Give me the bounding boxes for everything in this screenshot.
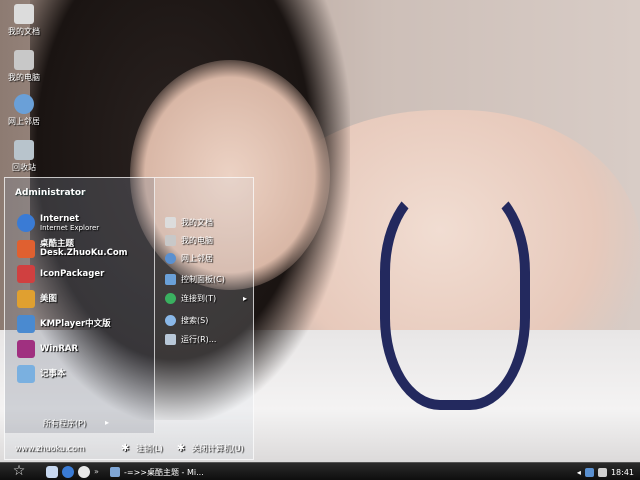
start-menu-right-label: 连接到(T) — [181, 293, 217, 303]
network-icon — [14, 94, 34, 114]
logoff-icon: ✱ — [121, 442, 130, 454]
quicklaunch-desktop-icon[interactable] — [46, 466, 58, 478]
start-button[interactable]: ☆ — [6, 463, 32, 480]
start-menu-right-search[interactable]: 搜索(S) — [165, 311, 253, 329]
start-menu-item-notepad[interactable]: 记事本 — [17, 363, 153, 385]
start-menu-item-label: 美图 — [40, 293, 58, 304]
start-menu-item-label: Internet — [40, 214, 80, 224]
chevron-right-icon: ▸ — [242, 293, 247, 303]
start-menu-right-label: 我的文档 — [181, 217, 213, 227]
start-menu-item-sublabel: Internet Explorer — [40, 224, 100, 232]
shutdown-icon: ✱ — [176, 442, 186, 454]
zhuoku-theme-icon — [17, 240, 35, 258]
desktop-icon-label: 回收站 — [12, 163, 36, 172]
window-icon — [110, 467, 120, 477]
recycle-bin-icon — [14, 140, 34, 160]
start-menu-item-meitu[interactable]: 美图 — [17, 288, 153, 310]
start-menu: Administrator Internet Internet Explorer… — [4, 177, 254, 460]
all-programs-button[interactable]: 所有程序(P) — [43, 418, 86, 429]
start-menu-right-connect-to[interactable]: 连接到(T) ▸ — [165, 289, 253, 307]
desktop-icon-my-computer[interactable]: 我的电脑 — [0, 50, 48, 83]
quicklaunch-more-icon[interactable]: » — [94, 466, 100, 478]
start-menu-item-iconpackager[interactable]: IconPackager — [17, 263, 153, 285]
search-icon — [165, 314, 176, 326]
my-computer-icon — [165, 234, 176, 246]
start-menu-site-text: www.zhuoku.com — [15, 443, 85, 453]
network-tray-icon[interactable] — [584, 467, 594, 477]
start-menu-right-label: 我的电脑 — [181, 235, 213, 245]
start-menu-item-label: IconPackager — [40, 268, 105, 279]
notepad-icon — [17, 365, 35, 383]
meitu-icon — [17, 290, 35, 308]
start-menu-item-label: KMPlayer中文版 — [40, 318, 111, 329]
start-menu-item-label: 桌酷主题Desk.ZhuoKu.Com — [40, 239, 128, 258]
taskbar-window-button[interactable]: -=>>桌酷主题 - Mi... — [110, 465, 210, 479]
start-menu-right-my-computer[interactable]: 我的电脑 — [165, 231, 253, 249]
desktop-icon-label: 我的电脑 — [8, 73, 40, 82]
start-menu-item-zhuoku[interactable]: 桌酷主题Desk.ZhuoKu.Com — [17, 238, 153, 260]
start-menu-right-label: 运行(R)... — [181, 334, 217, 344]
chevron-right-icon: ▸ — [105, 418, 110, 427]
internet-explorer-icon — [17, 214, 35, 232]
desktop-icon-my-documents[interactable]: 我的文档 — [0, 4, 48, 37]
shutdown-label: 关闭计算机(U) — [191, 443, 244, 453]
system-tray: ◂ 18:41 — [574, 463, 640, 480]
my-documents-icon — [14, 4, 34, 24]
run-icon — [165, 333, 176, 345]
taskbar: ☆ » -=>>桌酷主题 - Mi... ◂ 18:41 — [0, 462, 640, 480]
my-documents-icon — [165, 216, 176, 228]
start-menu-right-control-panel[interactable]: 控制面板(C) — [165, 270, 253, 288]
start-menu-item-winrar[interactable]: WinRAR — [17, 338, 153, 360]
start-menu-right-label: 搜索(S) — [181, 315, 209, 325]
logoff-button[interactable]: ✱ 注销(L) — [121, 443, 163, 454]
start-menu-item-label: 记事本 — [40, 368, 66, 379]
desktop-icon-recycle-bin[interactable]: 回收站 — [0, 140, 48, 173]
desktop-icon-label: 我的文档 — [8, 27, 40, 36]
logoff-label: 注销(L) — [136, 443, 163, 453]
start-menu-right-label: 网上邻居 — [181, 253, 213, 263]
start-menu-footer: www.zhuoku.com ✱ 注销(L) ✱ 关闭计算机(U) — [5, 436, 253, 460]
start-menu-item-kmplayer[interactable]: KMPlayer中文版 — [17, 313, 153, 335]
start-menu-right-my-documents[interactable]: 我的文档 — [165, 213, 253, 231]
kmplayer-icon — [17, 315, 35, 333]
iconpackager-icon — [17, 265, 35, 283]
start-menu-right-run[interactable]: 运行(R)... — [165, 330, 253, 348]
star-icon: ☆ — [12, 463, 26, 479]
tray-expand-icon[interactable]: ◂ — [577, 468, 581, 477]
start-menu-item-internet[interactable]: Internet Internet Explorer — [17, 212, 153, 234]
shutdown-button[interactable]: ✱ 关闭计算机(U) — [177, 443, 244, 454]
volume-tray-icon[interactable] — [597, 467, 607, 477]
desktop-icon-network[interactable]: 网上邻居 — [0, 94, 48, 127]
start-menu-item-label: WinRAR — [40, 343, 79, 354]
network-icon — [165, 252, 176, 264]
start-menu-right-label: 控制面板(C) — [181, 274, 225, 284]
wallpaper-lingerie — [380, 180, 530, 410]
start-menu-username: Administrator — [15, 188, 86, 198]
quicklaunch-media-icon[interactable] — [78, 466, 90, 478]
clock[interactable]: 18:41 — [611, 468, 634, 477]
taskbar-window-label: -=>>桌酷主题 - Mi... — [124, 467, 204, 477]
my-computer-icon — [14, 50, 34, 70]
desktop-icon-label: 网上邻居 — [8, 117, 40, 126]
winrar-icon — [17, 340, 35, 358]
start-menu-left-pane: Administrator Internet Internet Explorer… — [5, 178, 155, 433]
start-menu-right-network[interactable]: 网上邻居 — [165, 249, 253, 267]
quicklaunch-ie-icon[interactable] — [62, 466, 74, 478]
control-panel-icon — [165, 273, 176, 285]
connect-to-icon — [165, 292, 176, 304]
